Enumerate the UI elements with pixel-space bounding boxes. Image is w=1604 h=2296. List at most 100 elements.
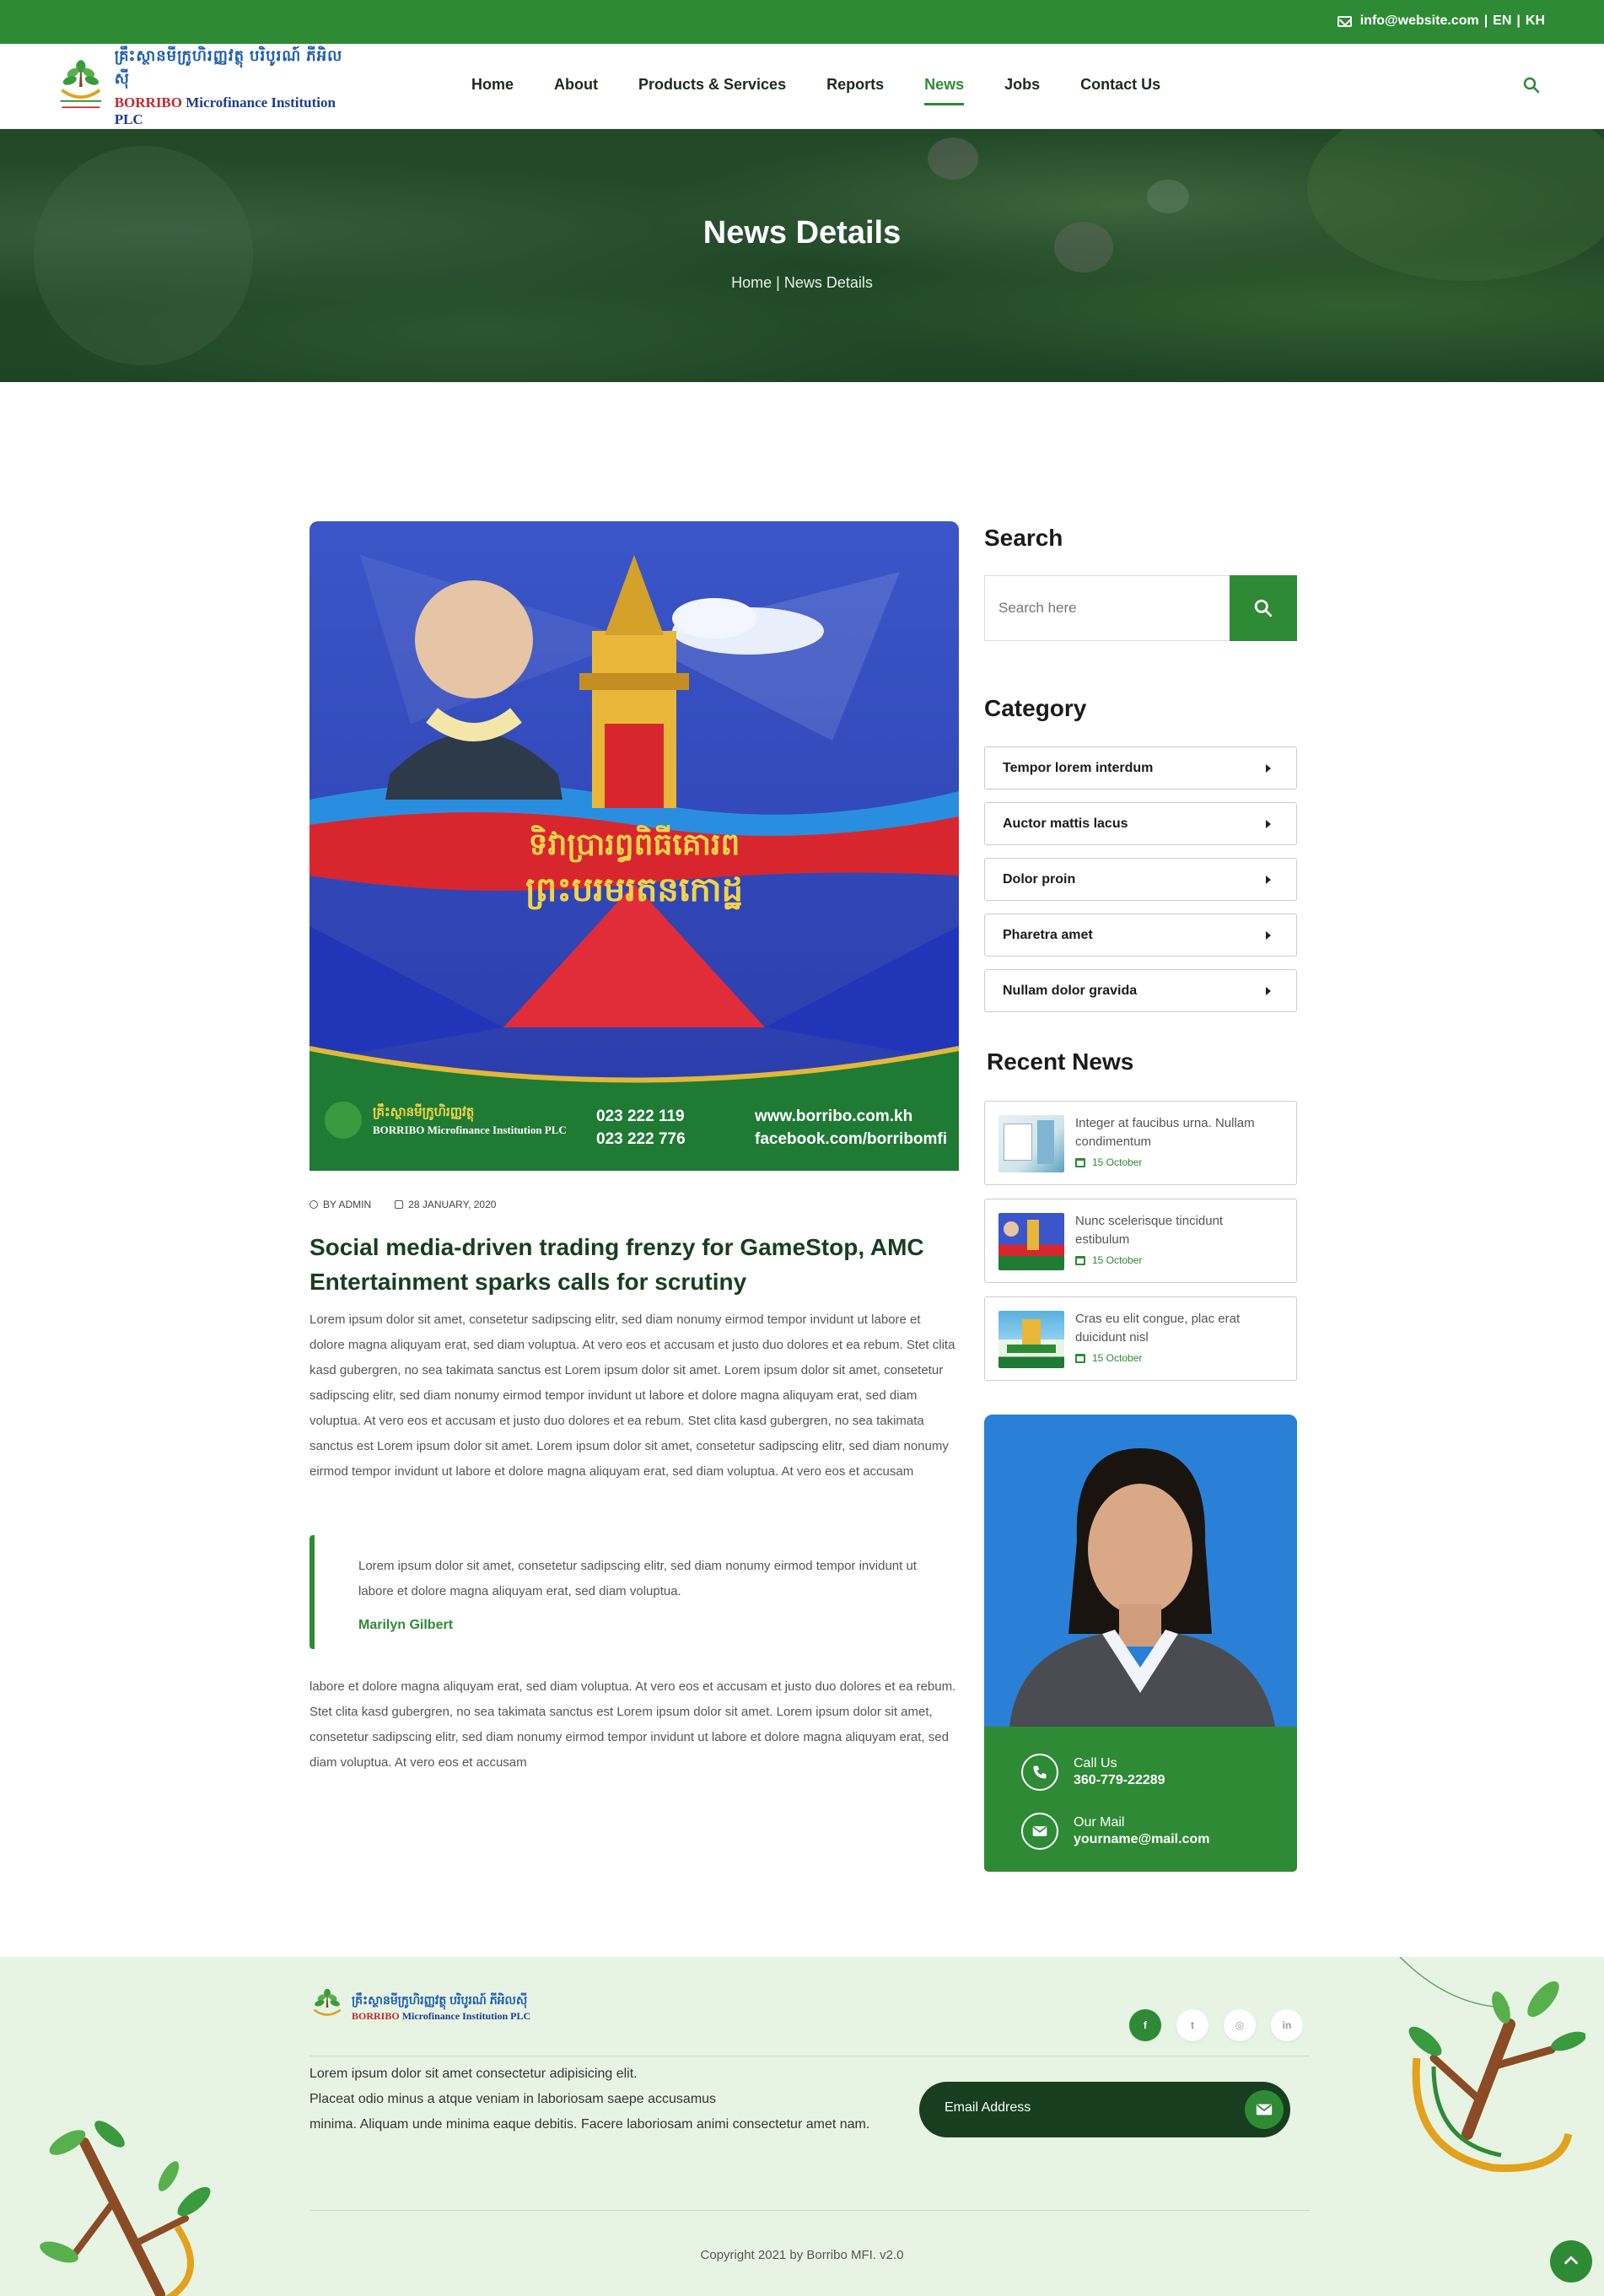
copyright-text: Copyright 2021 by Borribo MFI. v2.0 (700, 2248, 904, 2262)
caret-right-icon (1266, 876, 1271, 884)
call-us-number: 360-779-22289 (1074, 1773, 1165, 1787)
article-author: BY ADMIN (309, 1199, 371, 1210)
article-title: Social media-driven trading frenzy for G… (309, 1234, 924, 1295)
facebook-icon[interactable]: f (1129, 2009, 1161, 2041)
site-footer: គ្រឹះស្ថានមីក្រូហិរញ្ញវត្ថុ បរិបូរណ៍ ភីអ… (0, 1957, 1604, 2296)
call-us-label: Call Us (1074, 1756, 1117, 1771)
recent-news-title: Integer at faucibus urna. Nullam condime… (1075, 1116, 1255, 1149)
logo-brand: BORRIBO (114, 94, 182, 110)
recent-news-date: 15 October (1075, 1352, 1142, 1364)
article-date-text: 28 JANUARY, 2020 (408, 1199, 497, 1210)
nav-home[interactable]: Home (471, 76, 514, 94)
recent-news-item[interactable]: Nunc scelerisque tincidunt estibulum 15 … (984, 1199, 1297, 1283)
breadcrumb[interactable]: Home | News Details (0, 274, 1604, 292)
footer-tree-decoration-left (40, 2121, 211, 2296)
linkedin-icon[interactable]: in (1271, 2009, 1303, 2041)
svg-text:គ្រឹះស្ថានមីក្រូហិរញ្ញវត្ថុ: គ្រឹះស្ថានមីក្រូហិរញ្ញវត្ថុ (373, 1103, 474, 1122)
instagram-icon[interactable]: ◎ (1224, 2009, 1256, 2041)
recent-news-item[interactable]: Cras eu elit congue, plac erat duicidunt… (984, 1296, 1297, 1381)
newsletter-submit-button[interactable] (1245, 2090, 1284, 2129)
recent-news-thumbnail (998, 1213, 1064, 1270)
nav-reports[interactable]: Reports (826, 76, 884, 94)
nav-news[interactable]: News (924, 76, 965, 105)
top-separator: | (1516, 13, 1521, 28)
site-header: គ្រឹះស្ថានមីក្រូហិរញ្ញវត្ថុ បរិបូរណ៍ ភីអ… (0, 44, 1604, 129)
search-heading: Search (984, 525, 1063, 551)
caret-right-icon (1266, 987, 1271, 995)
contact-card: Call Us 360-779-22289 Our Mail yourname@… (984, 1727, 1297, 1872)
caret-right-icon (1266, 764, 1271, 773)
category-label: Nullam dolor gravida (1003, 983, 1138, 998)
top-bar: info@website.com | EN | KH (0, 0, 1604, 44)
banner-phone-1: 023 222 119 (596, 1108, 685, 1125)
nav-contact-us[interactable]: Contact Us (1080, 76, 1160, 94)
footer-logo-subtitle: Microfinance Institution PLC (401, 2010, 531, 2022)
page-hero: News Details Home | News Details (0, 129, 1604, 382)
nav-products-services[interactable]: Products & Services (638, 76, 786, 94)
category-item[interactable]: Nullam dolor gravida (984, 969, 1297, 1012)
caret-right-icon (1266, 931, 1271, 940)
footer-logo[interactable]: គ្រឹះស្ថានមីក្រូហិរញ្ញវត្ថុ បរិបូរណ៍ ភីអ… (309, 1984, 530, 2031)
nav-about[interactable]: About (554, 76, 598, 94)
envelope-icon (1256, 2104, 1273, 2115)
category-label: Pharetra amet (1003, 927, 1093, 942)
calendar-icon (1075, 1157, 1085, 1167)
tree-logo-icon (60, 60, 102, 109)
logo-khmer-text: គ្រឹះស្ថានមីក្រូហិរញ្ញវត្ថុ បរិបូរណ៍ ភីអ… (114, 47, 343, 87)
logo-english-text: BORRIBO Microfinance Institution PLC (115, 94, 351, 128)
article-image: ទិវាប្រារព្ធពិធីគោរព ព្រះបរមរតនកោដ្ឋ គ្រ… (309, 521, 959, 1171)
top-contact: info@website.com | EN | KH (1337, 13, 1545, 29)
site-logo[interactable]: គ្រឹះស្ថានមីក្រូហិរញ្ញវត្ថុ បរិបូរណ៍ ភីអ… (56, 47, 351, 127)
recent-news-date: 15 October (1075, 1254, 1142, 1266)
article-paragraph: Lorem ipsum dolor sit amet, consetetur s… (309, 1312, 955, 1479)
footer-description-line: Lorem ipsum dolor sit amet consectetur a… (309, 2067, 638, 2081)
recent-news-date-text: 15 October (1092, 1352, 1143, 1364)
category-item[interactable]: Auctor mattis lacus (984, 802, 1297, 845)
lang-en-link[interactable]: EN (1493, 13, 1511, 29)
recent-news-title: Nunc scelerisque tincidunt estibulum (1075, 1214, 1224, 1247)
footer-description-line: minima. Aliquam unde minima eaque debiti… (309, 2117, 870, 2132)
our-mail-address: yourname@mail.com (1074, 1832, 1210, 1846)
top-email-link[interactable]: info@website.com (1360, 13, 1479, 29)
category-item[interactable]: Pharetra amet (984, 914, 1297, 957)
recent-news-item[interactable]: Integer at faucibus urna. Nullam condime… (984, 1101, 1297, 1185)
article-blockquote: Lorem ipsum dolor sit amet, consetetur s… (309, 1535, 959, 1649)
recent-news-thumbnail (998, 1115, 1064, 1172)
category-label: Auctor mattis lacus (1003, 816, 1128, 831)
recent-news-title: Cras eu elit congue, plac erat duicidunt… (1075, 1312, 1241, 1345)
newsletter-email-input[interactable] (945, 2100, 1198, 2115)
staff-portrait-graphic (984, 1415, 1297, 1727)
footer-logo-english-text: BORRIBO Microfinance Institution PLC (352, 2010, 530, 2023)
category-item[interactable]: Tempor lorem interdum (984, 746, 1297, 790)
calendar-icon (1075, 1353, 1085, 1363)
banner-facebook: facebook.com/borribomfi (755, 1130, 948, 1148)
call-us-row[interactable]: Call Us 360-779-22289 (1021, 1754, 1165, 1791)
nav-jobs[interactable]: Jobs (1004, 76, 1040, 94)
newsletter-form (919, 2082, 1290, 2137)
our-mail-row[interactable]: Our Mail yourname@mail.com (1021, 1813, 1209, 1850)
tree-logo-icon (313, 1988, 342, 2016)
recent-news-date-text: 15 October (1092, 1156, 1143, 1168)
lang-kh-link[interactable]: KH (1526, 13, 1545, 29)
article-author-text: BY ADMIN (323, 1199, 372, 1210)
hero-overlay (0, 129, 1604, 382)
footer-logo-khmer-text: គ្រឹះស្ថានមីក្រូហិរញ្ញវត្ថុ បរិបូរណ៍ ភីអ… (352, 1993, 528, 2007)
twitter-icon[interactable]: t (1176, 2009, 1208, 2041)
sidebar-search-input[interactable] (985, 576, 1230, 640)
phone-icon (1021, 1754, 1058, 1791)
sidebar-search-button[interactable] (1230, 575, 1297, 641)
sidebar-search (984, 575, 1297, 641)
footer-tree-decoration-right (1399, 1957, 1585, 2172)
category-item[interactable]: Dolor proin (984, 858, 1297, 901)
social-links: f t ◎ in (1129, 2009, 1303, 2041)
caret-right-icon (1266, 820, 1271, 828)
banner-website: www.borribo.com.kh (755, 1108, 913, 1125)
user-icon (309, 1200, 318, 1209)
recent-news-heading: Recent News (987, 1048, 1134, 1075)
scroll-to-top-button[interactable] (1550, 2240, 1592, 2283)
article-paragraph: labore et dolore magna aliquyam erat, se… (309, 1679, 956, 1770)
envelope-icon (1021, 1813, 1058, 1850)
search-icon[interactable] (1523, 77, 1540, 94)
recent-news-thumbnail (998, 1311, 1064, 1368)
search-icon (1254, 599, 1273, 617)
